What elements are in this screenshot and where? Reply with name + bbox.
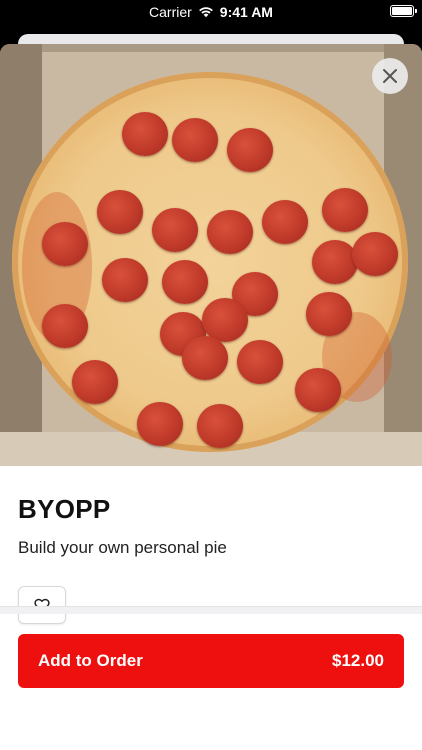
pepperoni [306, 292, 352, 336]
pepperoni [237, 340, 283, 384]
pepperoni [197, 404, 243, 448]
item-description: Build your own personal pie [18, 538, 227, 557]
pepperoni [172, 118, 218, 162]
pepperoni [42, 304, 88, 348]
pepperoni [72, 360, 118, 404]
item-details: BYOPP Build your own personal pie [0, 466, 422, 624]
pizza-image [12, 72, 408, 452]
close-button[interactable] [372, 58, 408, 94]
item-title: BYOPP [18, 494, 111, 524]
close-icon [383, 69, 397, 83]
status-time: 9:41 AM [219, 4, 273, 20]
order-price: $12.00 [332, 651, 384, 670]
add-to-order-label: Add to Order [38, 651, 143, 670]
status-bar: Carrier 9:41 AM [0, 0, 422, 26]
pepperoni [227, 128, 273, 172]
favorite-button[interactable] [18, 586, 66, 624]
pepperoni [262, 200, 308, 244]
wifi-icon [198, 7, 213, 18]
item-image [0, 44, 422, 466]
app-screen: Carrier 9:41 AM BYOPP Build your own per… [0, 0, 422, 750]
pepperoni [102, 258, 148, 302]
pepperoni [312, 240, 358, 284]
pepperoni [207, 210, 253, 254]
pepperoni [42, 222, 88, 266]
carrier-label: Carrier [149, 4, 192, 20]
pepperoni [182, 336, 228, 380]
pepperoni [152, 208, 198, 252]
pepperoni [137, 402, 183, 446]
pepperoni [295, 368, 341, 412]
pepperoni [97, 190, 143, 234]
pepperoni [122, 112, 168, 156]
battery-icon [390, 5, 417, 17]
add-to-order-button[interactable]: Add to Order $12.00 [18, 634, 404, 688]
pepperoni [162, 260, 208, 304]
section-divider [0, 606, 422, 614]
pepperoni [322, 188, 368, 232]
pepperoni [352, 232, 398, 276]
status-center: Carrier 9:41 AM [0, 4, 422, 20]
battery-fill [392, 7, 412, 15]
